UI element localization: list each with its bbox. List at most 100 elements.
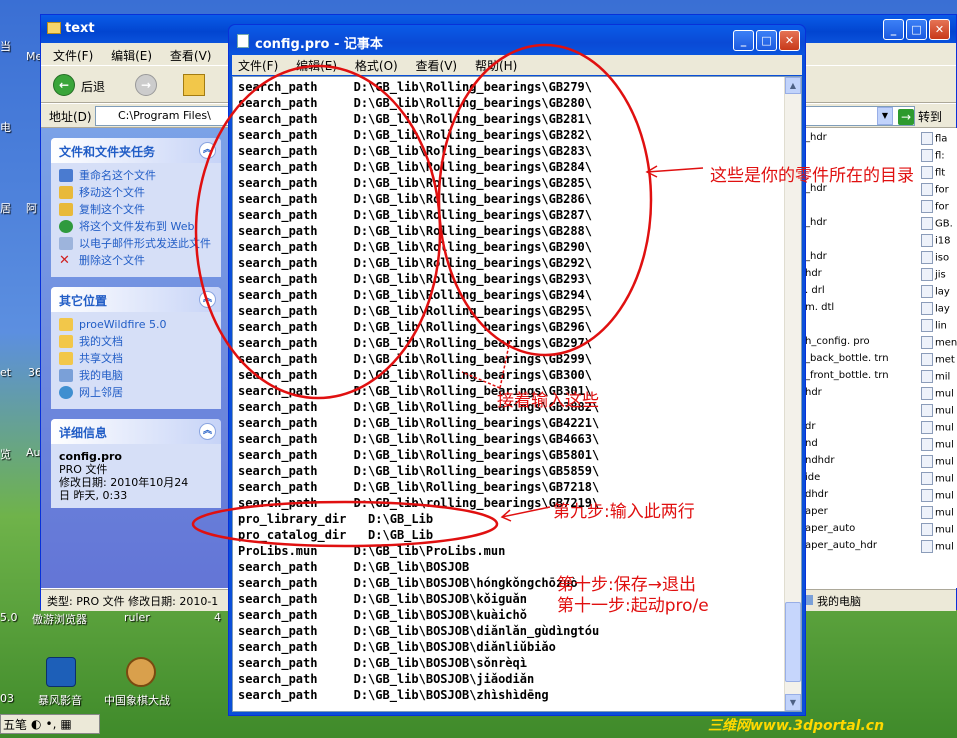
menu-format[interactable]: 格式(O) bbox=[355, 59, 398, 73]
file-item[interactable]: nd bbox=[805, 438, 818, 454]
file-item[interactable]: i18 bbox=[921, 234, 951, 250]
file-item[interactable]: GB. bbox=[921, 217, 953, 233]
file-item[interactable]: h_config. pro bbox=[805, 336, 870, 352]
scroll-up-icon[interactable]: ▲ bbox=[785, 77, 801, 94]
file-item[interactable]: . drl bbox=[805, 285, 825, 301]
place-item[interactable]: 我的电脑 bbox=[59, 369, 213, 382]
text-line: search_path D:\GB_lib\Rolling_bearings\G… bbox=[238, 416, 600, 430]
file-item[interactable]: hdr bbox=[805, 387, 822, 403]
keyboard-icon[interactable]: ▦ bbox=[60, 717, 71, 731]
address-dropdown-icon[interactable]: ▼ bbox=[877, 107, 893, 125]
menu-file[interactable]: 文件(F) bbox=[238, 59, 278, 73]
close-button[interactable]: ✕ bbox=[929, 19, 950, 40]
file-item[interactable]: for bbox=[921, 200, 949, 216]
file-item[interactable]: dhdr bbox=[805, 489, 828, 505]
file-name: lin bbox=[935, 320, 947, 332]
taskbar-label[interactable]: ruler bbox=[124, 611, 150, 624]
file-item[interactable]: _back_bottle. trn bbox=[805, 353, 889, 369]
other-places-header[interactable]: 其它位置 ︽ bbox=[51, 287, 221, 312]
collapse-icon[interactable]: ︽ bbox=[199, 142, 216, 159]
file-item[interactable]: aper_auto bbox=[805, 523, 855, 539]
file-item[interactable]: mul bbox=[921, 489, 954, 505]
file-item[interactable]: flt bbox=[921, 166, 945, 182]
ime-label: 五笔 bbox=[3, 717, 28, 732]
file-item[interactable]: _hdr bbox=[805, 251, 827, 267]
punctuation-icon[interactable]: •, bbox=[46, 717, 57, 731]
file-item[interactable]: mul bbox=[921, 404, 954, 420]
file-item[interactable]: aper bbox=[805, 506, 828, 522]
moon-icon[interactable]: ◐ bbox=[31, 717, 41, 731]
close-button[interactable]: ✕ bbox=[779, 30, 800, 51]
file-item[interactable]: lay bbox=[921, 285, 950, 301]
file-item[interactable]: mil bbox=[921, 370, 950, 386]
scroll-thumb[interactable] bbox=[785, 602, 801, 682]
menu-help[interactable]: 帮助(H) bbox=[475, 59, 517, 73]
task-label: 以电子邮件形式发送此文件 bbox=[79, 237, 211, 250]
file-item[interactable]: ide bbox=[805, 472, 820, 488]
taskbar-label[interactable]: 傲游浏览器 bbox=[32, 611, 87, 627]
scroll-down-icon[interactable]: ▼ bbox=[785, 694, 801, 711]
file-item[interactable]: mul bbox=[921, 455, 954, 471]
file-item[interactable]: dr bbox=[805, 421, 815, 437]
maximize-button[interactable]: □ bbox=[756, 30, 777, 51]
back-arrow-icon[interactable]: ← bbox=[53, 74, 75, 96]
minimize-button[interactable]: _ bbox=[883, 19, 904, 40]
file-item[interactable]: fl: bbox=[921, 149, 945, 165]
file-item[interactable]: aper_auto_hdr bbox=[805, 540, 877, 556]
place-item[interactable]: 网上邻居 bbox=[59, 386, 213, 399]
file-icon bbox=[921, 285, 933, 298]
maximize-button[interactable]: □ bbox=[906, 19, 927, 40]
file-item[interactable]: iso bbox=[921, 251, 949, 267]
forward-arrow-icon[interactable]: → bbox=[135, 74, 157, 96]
notepad-titlebar[interactable]: config.pro - 记事本 _ □ ✕ bbox=[229, 25, 805, 55]
file-item[interactable]: jis bbox=[921, 268, 946, 284]
file-item[interactable]: m. dtl bbox=[805, 302, 834, 318]
file-item[interactable]: mul bbox=[921, 472, 954, 488]
menu-edit[interactable]: 编辑(E) bbox=[296, 59, 337, 73]
file-item[interactable]: men bbox=[921, 336, 957, 352]
file-tasks-header[interactable]: 文件和文件夹任务 ︽ bbox=[51, 138, 221, 163]
place-item[interactable]: 我的文档 bbox=[59, 335, 213, 348]
text-line: search_path D:\GB_lib\Rolling_bearings\G… bbox=[238, 448, 600, 462]
menu-edit[interactable]: 编辑(E) bbox=[111, 49, 152, 63]
go-button[interactable]: → 转到 bbox=[898, 106, 950, 126]
file-item[interactable]: mul bbox=[921, 506, 954, 522]
file-item[interactable]: _front_bottle. trn bbox=[805, 370, 889, 386]
task-email[interactable]: 以电子邮件形式发送此文件 bbox=[59, 237, 213, 250]
file-item[interactable]: met bbox=[921, 353, 955, 369]
file-item[interactable]: for bbox=[921, 183, 949, 199]
file-item[interactable]: _hdr bbox=[805, 217, 827, 233]
file-item[interactable]: fla bbox=[921, 132, 947, 148]
collapse-icon[interactable]: ︽ bbox=[199, 291, 216, 308]
task-copy[interactable]: 复制这个文件 bbox=[59, 203, 213, 216]
ime-toolbar[interactable]: 五笔 ◐ •, ▦ bbox=[0, 714, 100, 734]
text-line: search_path D:\GB_lib\BOSJOB\diǎnlǎn_gùd… bbox=[238, 624, 600, 638]
menu-view[interactable]: 查看(V) bbox=[170, 49, 212, 63]
file-item[interactable]: lin bbox=[921, 319, 947, 335]
chinese-chess-shortcut[interactable] bbox=[126, 657, 156, 687]
menu-view[interactable]: 查看(V) bbox=[416, 59, 458, 73]
task-delete[interactable]: ✕ 删除这个文件 bbox=[59, 254, 213, 267]
task-rename[interactable]: 重命名这个文件 bbox=[59, 169, 213, 182]
place-item[interactable]: proeWildfire 5.0 bbox=[59, 318, 213, 331]
file-item[interactable]: mul bbox=[921, 438, 954, 454]
file-item[interactable]: hdr bbox=[805, 268, 822, 284]
minimize-button[interactable]: _ bbox=[733, 30, 754, 51]
file-item[interactable]: ndhdr bbox=[805, 455, 834, 471]
place-item[interactable]: 共享文档 bbox=[59, 352, 213, 365]
up-folder-icon[interactable] bbox=[183, 74, 205, 96]
menu-file[interactable]: 文件(F) bbox=[53, 49, 93, 63]
file-item[interactable]: _hdr bbox=[805, 132, 827, 148]
file-name: flt bbox=[935, 167, 946, 179]
file-item[interactable]: lay bbox=[921, 302, 950, 318]
collapse-icon[interactable]: ︽ bbox=[199, 423, 216, 440]
storm-player-shortcut[interactable] bbox=[46, 657, 76, 687]
file-item[interactable]: mul bbox=[921, 523, 954, 539]
file-item[interactable]: mul bbox=[921, 421, 954, 437]
task-move[interactable]: 移动这个文件 bbox=[59, 186, 213, 199]
back-label[interactable]: 后退 bbox=[81, 78, 105, 95]
file-item[interactable]: mul bbox=[921, 540, 954, 556]
file-item[interactable]: mul bbox=[921, 387, 954, 403]
details-header[interactable]: 详细信息 ︽ bbox=[51, 419, 221, 444]
task-publish[interactable]: 将这个文件发布到 Web bbox=[59, 220, 213, 233]
